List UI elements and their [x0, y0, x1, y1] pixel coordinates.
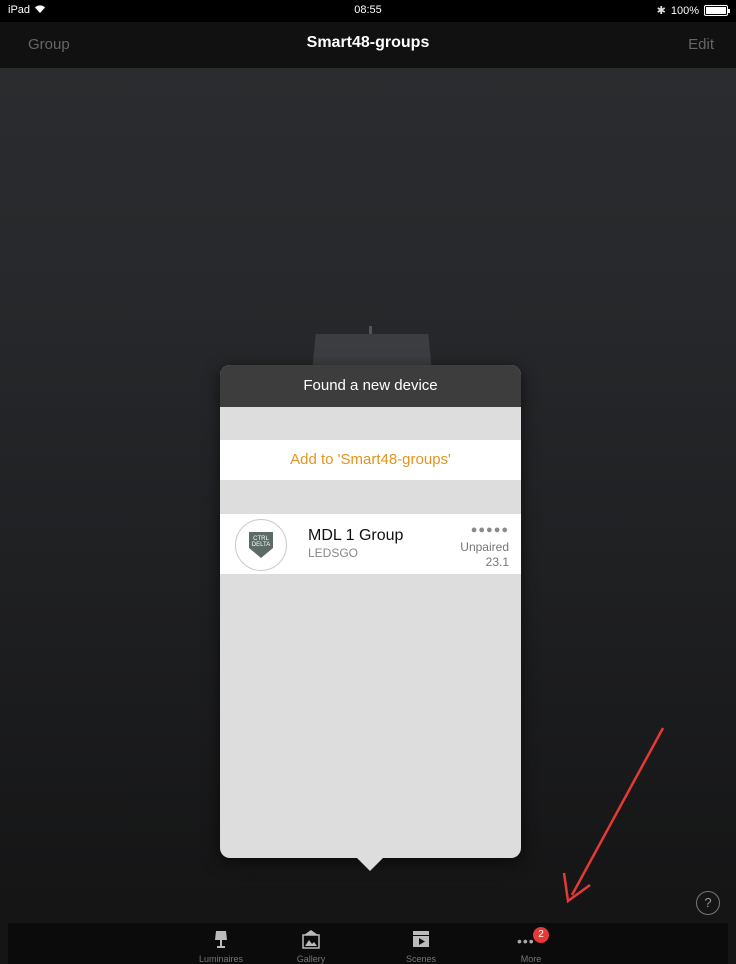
device-list-item[interactable]: CTRL DELTA MDL 1 Group LEDSGO ●●●●● Unpa… — [220, 514, 521, 574]
lamp-icon — [215, 931, 227, 948]
popover-title: Found a new device — [220, 365, 521, 407]
tab-gallery[interactable]: Gallery — [271, 923, 351, 964]
status-time: 08:55 — [354, 4, 382, 16]
popover-arrow — [356, 857, 384, 871]
app-screen: iPad 08:55 ✱ 100% Group Smart48-groups E… — [0, 0, 736, 964]
notification-badge: 2 — [533, 927, 549, 943]
help-button[interactable]: ? — [696, 891, 720, 915]
tab-label-luminaires: Luminaires — [198, 954, 244, 964]
signal-strength-icon: ●●●●● — [470, 524, 509, 536]
tab-label-scenes: Scenes — [405, 954, 437, 964]
logo-text-delta: DELTA — [252, 542, 270, 548]
tab-bar: Luminaires Gallery Scenes ••• 2 More — [8, 923, 728, 964]
bluetooth-icon: ✱ — [656, 5, 666, 17]
pair-status: Unpaired — [460, 540, 509, 554]
device-version: 23.1 — [485, 555, 509, 569]
annotation-arrow-icon — [562, 727, 665, 904]
add-to-group-button[interactable]: Add to 'Smart48-groups' — [220, 440, 521, 480]
page-title: Smart48-groups — [306, 34, 430, 51]
navigation-bar: Group Smart48-groups Edit — [0, 22, 736, 69]
tab-label-more: More — [520, 954, 542, 964]
tab-more[interactable]: ••• 2 More — [491, 923, 571, 964]
tab-label-gallery: Gallery — [296, 954, 326, 964]
device-name: MDL 1 Group — [308, 527, 404, 544]
device-logo: CTRL DELTA — [235, 519, 287, 571]
clapperboard-icon — [413, 931, 429, 947]
status-bar: iPad 08:55 ✱ 100% — [0, 0, 736, 22]
new-device-popover: Found a new device Add to 'Smart48-group… — [220, 365, 521, 858]
device-vendor: LEDSGO — [308, 546, 359, 560]
tab-luminaires[interactable]: Luminaires — [181, 923, 261, 964]
edit-button[interactable]: Edit — [688, 36, 714, 53]
battery-icon — [704, 5, 730, 16]
battery-percentage: 100% — [670, 4, 699, 17]
status-right: ✱ 100% — [656, 4, 730, 17]
tab-scenes[interactable]: Scenes — [381, 923, 461, 964]
gallery-icon — [302, 930, 320, 949]
